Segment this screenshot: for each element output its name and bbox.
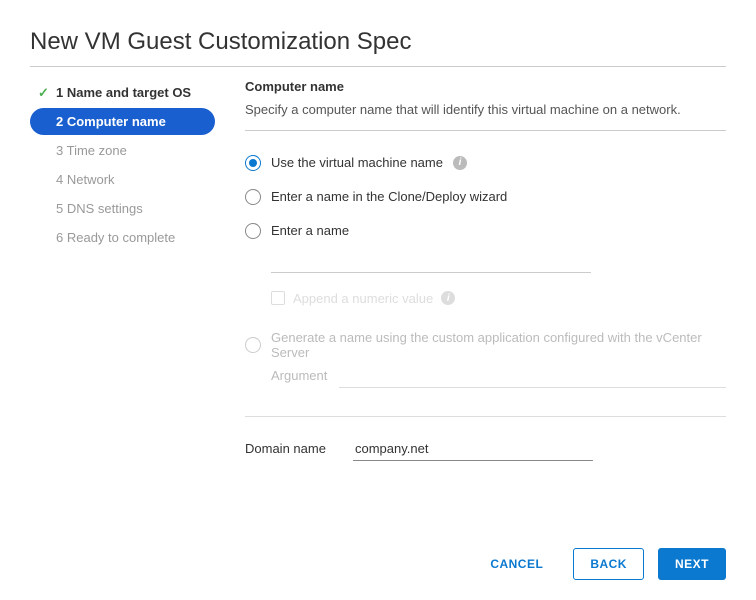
radio-label: Enter a name (271, 223, 349, 238)
radio-generate-name: Generate a name using the custom applica… (245, 330, 726, 360)
argument-label: Argument (271, 368, 327, 383)
radio-label: Use the virtual machine name (271, 155, 443, 170)
step-dns-settings[interactable]: 5 DNS settings (30, 195, 215, 222)
main-panel: Computer name Specify a computer name th… (245, 79, 726, 530)
argument-row: Argument (271, 364, 726, 388)
cancel-button[interactable]: CANCEL (474, 549, 559, 579)
next-button[interactable]: NEXT (658, 548, 726, 580)
domain-input[interactable] (353, 437, 593, 461)
domain-row: Domain name (245, 437, 726, 461)
dialog-content: 1 Name and target OS 2 Computer name 3 T… (30, 67, 726, 530)
info-icon: i (441, 291, 455, 305)
step-name-target-os[interactable]: 1 Name and target OS (30, 79, 215, 106)
radio-label: Generate a name using the custom applica… (271, 330, 726, 360)
info-icon[interactable]: i (453, 156, 467, 170)
dialog-footer: CANCEL BACK NEXT (30, 530, 726, 580)
radio-icon (245, 337, 261, 353)
dialog-title: New VM Guest Customization Spec (30, 28, 726, 67)
section-divider (245, 130, 726, 131)
section-description: Specify a computer name that will identi… (245, 100, 726, 120)
radio-icon (245, 189, 261, 205)
back-button[interactable]: BACK (573, 548, 644, 580)
checkbox-icon (271, 291, 285, 305)
domain-divider (245, 416, 726, 417)
radio-label: Enter a name in the Clone/Deploy wizard (271, 189, 507, 204)
step-ready-complete[interactable]: 6 Ready to complete (30, 224, 215, 251)
step-time-zone[interactable]: 3 Time zone (30, 137, 215, 164)
wizard-steps: 1 Name and target OS 2 Computer name 3 T… (30, 79, 215, 530)
domain-label: Domain name (245, 441, 335, 456)
step-computer-name[interactable]: 2 Computer name (30, 108, 215, 135)
customization-dialog: New VM Guest Customization Spec 1 Name a… (0, 0, 756, 600)
checkbox-label: Append a numeric value (293, 291, 433, 306)
radio-icon (245, 155, 261, 171)
radio-enter-wizard[interactable]: Enter a name in the Clone/Deploy wizard (245, 189, 726, 205)
radio-enter-name[interactable]: Enter a name (245, 223, 726, 239)
name-input-wrap (271, 249, 726, 273)
name-input[interactable] (271, 249, 591, 273)
radio-use-vm-name[interactable]: Use the virtual machine name i (245, 155, 726, 171)
section-title: Computer name (245, 79, 726, 94)
step-network[interactable]: 4 Network (30, 166, 215, 193)
checkbox-append-numeric: Append a numeric value i (271, 291, 726, 306)
radio-icon (245, 223, 261, 239)
argument-input (339, 364, 726, 388)
